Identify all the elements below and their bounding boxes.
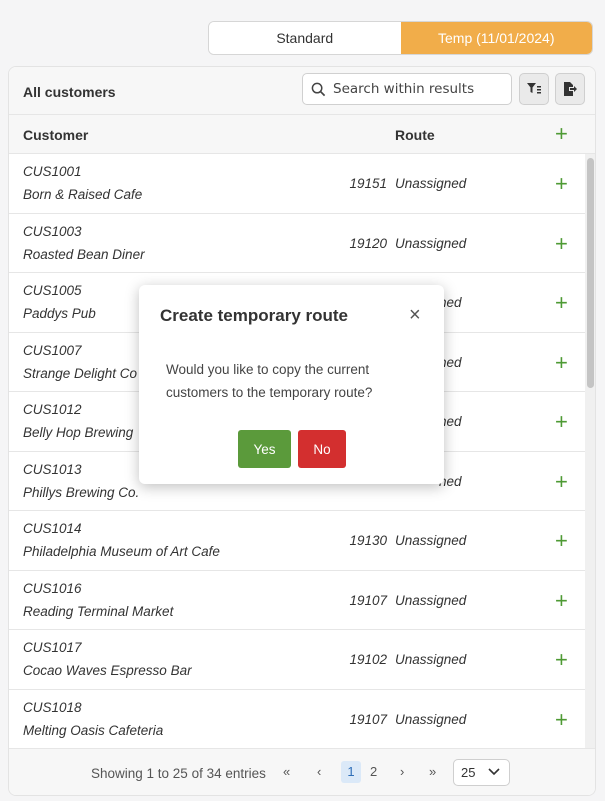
customer-name: Paddys Pub — [23, 306, 96, 321]
table-row[interactable]: CUS1016 Reading Terminal Market 19107 Un… — [9, 571, 585, 630]
entries-info: Showing 1 to 25 of 34 entries — [91, 766, 266, 781]
export-button[interactable] — [555, 73, 585, 105]
create-temp-route-dialog: Create temporary route × Would you like … — [139, 285, 444, 484]
customer-column-header[interactable]: Customer — [23, 127, 88, 143]
zip-code: 19102 — [349, 652, 387, 667]
add-icon[interactable]: + — [555, 232, 568, 255]
customer-code: CUS1018 — [23, 699, 82, 715]
add-icon[interactable]: + — [555, 589, 568, 612]
search-input[interactable] — [333, 81, 503, 97]
route-value: Unassigned — [395, 176, 467, 191]
zip-code: 19107 — [349, 592, 387, 608]
customer-code: CUS1012 — [23, 402, 82, 417]
no-button[interactable]: No — [298, 430, 346, 468]
route-value: Unassigned — [395, 235, 467, 251]
customer-name: Reading Terminal Market — [23, 603, 174, 619]
page-1-button[interactable]: 1 — [341, 761, 361, 783]
table-row[interactable]: CUS1017 Cocao Waves Espresso Bar 19102 U… — [9, 630, 585, 690]
standard-tab[interactable]: Standard — [209, 22, 401, 54]
customer-name: Phillys Brewing Co. — [23, 484, 140, 500]
route-value: Unassigned — [395, 652, 467, 667]
route-value: Unassigned — [395, 533, 467, 548]
filter-button[interactable] — [519, 73, 549, 105]
last-page-button[interactable]: » — [429, 764, 436, 779]
route-mode-toggle: Standard Temp (11/01/2024) — [208, 21, 593, 55]
filter-icon — [527, 83, 541, 94]
add-icon[interactable]: + — [555, 173, 568, 195]
customer-code: CUS1013 — [23, 461, 82, 477]
pagination-footer: Showing 1 to 25 of 34 entries « ‹ 1 2 › … — [9, 748, 595, 795]
zip-code: 19120 — [349, 235, 387, 251]
add-icon[interactable]: + — [555, 411, 568, 433]
route-column-header[interactable]: Route — [395, 127, 435, 143]
route-value: Unassigned — [395, 711, 467, 727]
add-icon[interactable]: + — [555, 351, 568, 374]
customer-code: CUS1005 — [23, 283, 82, 298]
search-icon — [311, 82, 326, 96]
add-icon[interactable]: + — [555, 649, 568, 671]
customer-code: CUS1016 — [23, 580, 82, 596]
customer-name: Melting Oasis Cafeteria — [23, 722, 164, 738]
customer-code: CUS1017 — [23, 640, 82, 655]
table-row[interactable]: CUS1014 Philadelphia Museum of Art Cafe … — [9, 511, 585, 571]
table-row[interactable]: CUS1018 Melting Oasis Cafeteria 19107 Un… — [9, 690, 585, 750]
card-header: All customers — [9, 67, 595, 115]
zip-code: 19130 — [349, 533, 387, 548]
dialog-message: Would you like to copy the current custo… — [166, 362, 373, 400]
page-2-button[interactable]: 2 — [370, 764, 377, 779]
customer-name: Strange Delight Co — [23, 365, 138, 381]
add-icon[interactable]: + — [555, 530, 568, 552]
prev-page-button[interactable]: ‹ — [317, 764, 321, 779]
dialog-title: Create temporary route — [160, 306, 349, 325]
export-icon — [563, 82, 577, 96]
add-all-icon[interactable]: + — [555, 123, 568, 145]
yes-button[interactable]: Yes — [238, 430, 291, 468]
customer-code: CUS1003 — [23, 223, 82, 239]
customer-code: CUS1001 — [23, 164, 82, 179]
first-page-button[interactable]: « — [283, 764, 290, 779]
chevron-down-icon — [488, 768, 500, 776]
temp-tab[interactable]: Temp (11/01/2024) — [400, 22, 592, 54]
table-header: Customer Route + — [9, 115, 595, 154]
page-size-value: 25 — [461, 765, 476, 780]
search-box — [302, 73, 512, 105]
customer-name: Cocao Waves Espresso Bar — [23, 663, 192, 678]
add-icon[interactable]: + — [555, 470, 568, 493]
customer-name: Born & Raised Cafe — [23, 187, 143, 202]
zip-code: 19151 — [349, 176, 387, 191]
next-page-button[interactable]: › — [400, 764, 404, 779]
scrollbar-thumb[interactable] — [587, 158, 594, 388]
zip-code: 19107 — [349, 711, 387, 727]
close-icon[interactable]: × — [409, 305, 421, 325]
add-icon[interactable]: + — [555, 292, 568, 314]
customer-name: Philadelphia Museum of Art Cafe — [23, 544, 220, 559]
customer-name: Belly Hop Brewing — [23, 425, 134, 440]
add-icon[interactable]: + — [555, 708, 568, 731]
route-value: Unassigned — [395, 592, 467, 608]
customer-code: CUS1007 — [23, 342, 82, 358]
page-size-select[interactable]: 25 — [453, 759, 510, 786]
scrollbar[interactable] — [585, 154, 595, 748]
customer-code: CUS1014 — [23, 521, 82, 536]
table-row[interactable]: CUS1001 Born & Raised Cafe 19151 Unassig… — [9, 154, 585, 214]
card-title: All customers — [23, 84, 116, 100]
customer-name: Roasted Bean Diner — [23, 246, 145, 262]
table-row[interactable]: CUS1003 Roasted Bean Diner 19120 Unassig… — [9, 214, 585, 273]
